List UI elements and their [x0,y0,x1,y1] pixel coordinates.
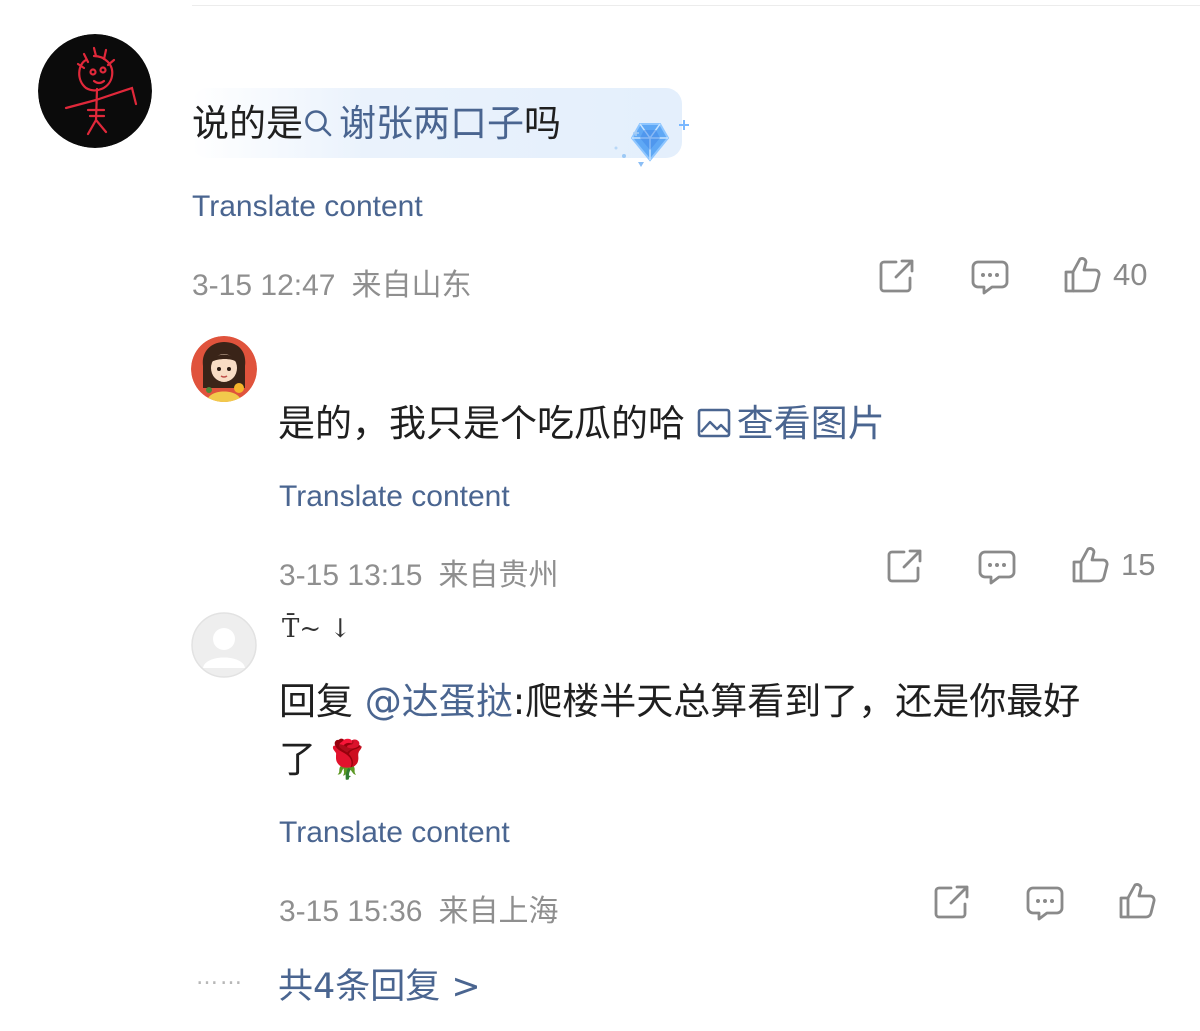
comment-3-meta: 3-15 15:36 来自上海 [279,886,558,930]
comment-2-meta: 3-15 13:15 来自贵州 [279,550,558,594]
like-count: 40 [1113,257,1148,292]
timestamp: 3-15 12:47 [192,269,336,302]
replies-footer: …… 共4条回复 > [196,958,481,1009]
comment-2-share-button[interactable] [886,548,924,584]
comment-3-share-button[interactable] [933,884,971,920]
top-divider [192,5,1200,6]
comment-icon [971,260,1009,295]
avatar-comment-2[interactable] [191,336,257,402]
comment-2-translate-link[interactable]: Translate content [279,480,510,514]
timestamp: 3-15 15:36 [279,895,423,928]
mention-link[interactable]: @达蛋挞 [365,680,513,723]
comment-3-username[interactable]: T̄~ ↓ [282,614,351,644]
comment-icon [1026,886,1064,921]
share-icon [879,259,914,293]
avatar-comment-3[interactable] [191,612,257,678]
comment-1-comment-button[interactable] [970,258,1010,296]
timestamp: 3-15 13:15 [279,559,423,592]
location: 来自山东 [351,269,472,302]
search-icon [305,109,332,136]
comment-1-translate-link[interactable]: Translate content [192,190,423,224]
comment-2-text: 是的，我只是个吃瓜的哈 查看图片 [278,402,885,445]
search-term-link[interactable]: 谢张两口子 [303,102,524,145]
like-icon [1064,257,1101,293]
avatar-comment-1[interactable] [38,34,152,148]
comment-2-like-button[interactable]: 15 [1071,546,1155,584]
share-icon [934,885,969,919]
view-all-replies-link[interactable]: 共4条回复 > [278,958,481,1009]
comment-icon [978,550,1016,585]
like-icon [1119,883,1156,919]
like-count: 15 [1121,547,1156,582]
location: 来自上海 [438,895,559,928]
like-icon [1072,547,1109,583]
comment-1-like-button[interactable]: 40 [1063,256,1147,294]
comment-1-text: 说的是 谢张两口子吗 [192,102,561,145]
share-icon [887,549,922,583]
view-image-link[interactable]: 查看图片 [697,402,885,445]
comment-1-meta: 3-15 12:47 来自山东 [192,260,471,304]
diamond-icon [614,120,689,167]
comment-3-comment-button[interactable] [1025,884,1065,922]
rose-emoji: 🌹 [324,738,371,781]
comment-3-translate-link[interactable]: Translate content [279,816,510,850]
comment-2-comment-button[interactable] [977,548,1017,586]
comment-1-share-button[interactable] [878,258,916,294]
replies-dots: …… [196,965,244,990]
comment-3-like-button[interactable] [1118,882,1156,920]
image-icon [697,408,731,437]
location: 来自贵州 [438,559,559,592]
comment-3-text: 回复 @达蛋挞:爬楼半天总算看到了，还是你最好了 🌹 [279,680,1081,781]
